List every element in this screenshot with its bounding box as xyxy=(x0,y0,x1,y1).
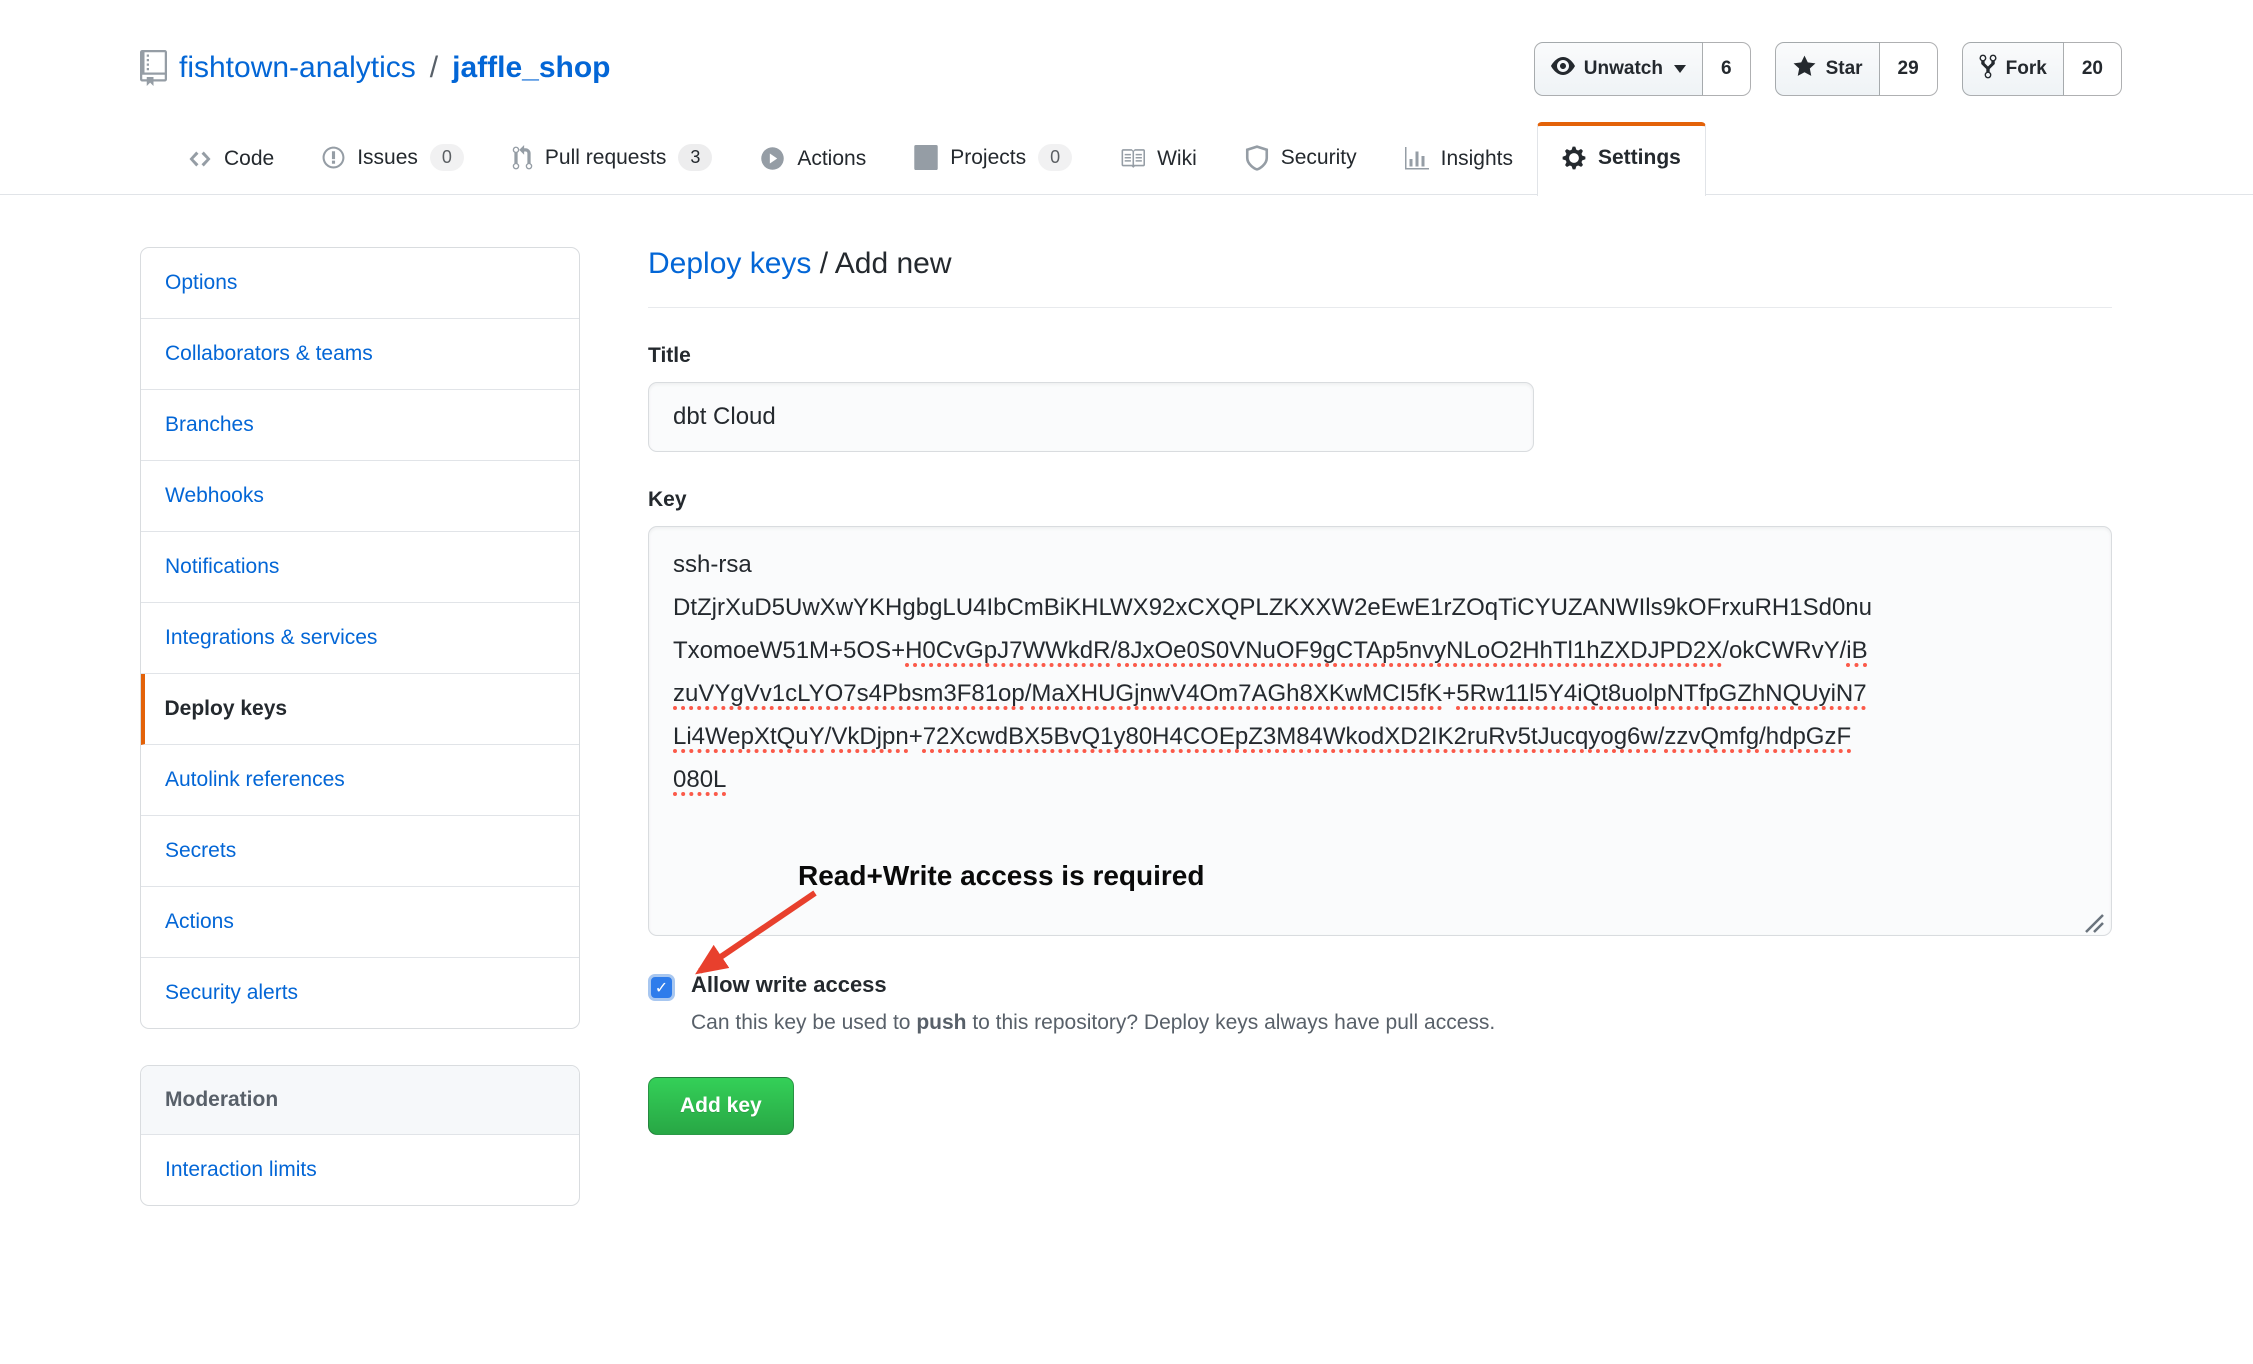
gear-icon xyxy=(1562,145,1586,171)
fork-button-group: Fork 20 xyxy=(1962,42,2122,96)
key-section: ssh-rsaDtZjrXuD5UwXwYKHgbgLU4IbCmBiKHLWX… xyxy=(648,526,2112,1135)
key-text-line: zuVYgVv1cLYO7s4Pbsm3F81op/MaXHUGjnwV4Om7… xyxy=(673,672,2087,715)
key-text-line: 080L xyxy=(673,758,2087,801)
sidebar-item-integrations-services[interactable]: Integrations & services xyxy=(141,603,579,674)
sidebar-item-security-alerts[interactable]: Security alerts xyxy=(141,958,579,1028)
key-text-line: ssh-rsa xyxy=(673,543,2087,586)
repo-separator: / xyxy=(428,51,440,85)
settings-menu: Options Collaborators & teams Branches W… xyxy=(140,247,580,1029)
tab-pull-requests[interactable]: Pull requests 3 xyxy=(488,122,736,194)
sidebar-item-interaction-limits[interactable]: Interaction limits xyxy=(141,1135,579,1205)
key-text-line: TxomoeW51M+5OS+H0CvGpJ7WWkdR/8JxOe0S0VNu… xyxy=(673,629,2087,672)
key-field-label: Key xyxy=(648,488,2112,512)
repo-owner-link[interactable]: fishtown-analytics xyxy=(179,51,416,85)
tab-label: Projects xyxy=(950,146,1026,170)
tab-actions[interactable]: Actions xyxy=(736,124,890,194)
sidebar-item-deploy-keys[interactable]: Deploy keys xyxy=(141,674,579,745)
push-bold: push xyxy=(916,1011,966,1034)
breadcrumb-current: Add new xyxy=(835,247,952,280)
fork-label: Fork xyxy=(2006,58,2047,80)
play-icon xyxy=(760,146,785,171)
tab-label: Pull requests xyxy=(545,146,666,170)
pull-requests-counter: 3 xyxy=(678,144,712,171)
fork-button[interactable]: Fork xyxy=(1962,42,2064,96)
tab-wiki[interactable]: Wiki xyxy=(1096,124,1221,194)
key-text-line: Li4WepXtQuY/VkDjpn+72XcwdBX5BvQ1y80H4COE… xyxy=(673,715,2087,758)
key-text-line: DtZjrXuD5UwXwYKHgbgLU4IbCmBiKHLWX92xCXQP… xyxy=(673,586,2087,629)
tab-label: Settings xyxy=(1598,146,1681,170)
sidebar-item-notifications[interactable]: Notifications xyxy=(141,532,579,603)
check-icon: ✓ xyxy=(655,978,668,998)
star-count[interactable]: 29 xyxy=(1880,42,1938,96)
tab-label: Security xyxy=(1281,146,1357,170)
eye-icon xyxy=(1551,54,1575,84)
shield-icon xyxy=(1245,145,1269,171)
sidebar-item-options[interactable]: Options xyxy=(141,248,579,319)
project-icon xyxy=(914,145,938,170)
tab-code[interactable]: Code xyxy=(164,125,298,194)
code-icon xyxy=(188,147,212,171)
fork-icon xyxy=(1979,53,1997,86)
tab-projects[interactable]: Projects 0 xyxy=(890,122,1096,194)
moderation-header: Moderation xyxy=(141,1066,579,1135)
fork-count[interactable]: 20 xyxy=(2064,42,2122,96)
repo-breadcrumb: fishtown-analytics / jaffle_shop xyxy=(140,50,610,86)
tab-label: Insights xyxy=(1441,147,1513,171)
title-field-label: Title xyxy=(648,344,2112,368)
body: Options Collaborators & teams Branches W… xyxy=(0,195,2253,1206)
sidebar-item-branches[interactable]: Branches xyxy=(141,390,579,461)
star-button[interactable]: Star xyxy=(1775,42,1880,96)
social-buttons: Unwatch 6 Star 29 Fork 20 xyxy=(1534,42,2122,96)
star-button-group: Star 29 xyxy=(1775,42,1938,96)
star-icon xyxy=(1792,54,1817,85)
github-settings-page: fishtown-analytics / jaffle_shop Unwatch… xyxy=(0,0,2253,1364)
sidebar-item-secrets[interactable]: Secrets xyxy=(141,816,579,887)
tab-label: Actions xyxy=(797,147,866,171)
repo-name-link[interactable]: jaffle_shop xyxy=(452,51,610,85)
allow-write-access-label[interactable]: Allow write access xyxy=(691,972,887,998)
star-label: Star xyxy=(1826,58,1863,80)
settings-sidebar: Options Collaborators & teams Branches W… xyxy=(140,247,580,1206)
sidebar-item-actions[interactable]: Actions xyxy=(141,887,579,958)
repo-header: fishtown-analytics / jaffle_shop Unwatch… xyxy=(0,0,2253,96)
key-textarea[interactable]: ssh-rsaDtZjrXuD5UwXwYKHgbgLU4IbCmBiKHLWX… xyxy=(648,526,2112,936)
tab-security[interactable]: Security xyxy=(1221,123,1381,194)
textarea-resize-handle[interactable] xyxy=(2082,906,2106,930)
repo-nav-tabs: Code Issues 0 Pull requests 3 Actions Pr… xyxy=(0,122,2253,195)
sidebar-item-autolink-references[interactable]: Autolink references xyxy=(141,745,579,816)
watch-count[interactable]: 6 xyxy=(1703,42,1751,96)
tab-label: Issues xyxy=(357,146,418,170)
moderation-menu: Moderation Interaction limits xyxy=(140,1065,580,1206)
caret-down-icon xyxy=(1674,65,1686,73)
allow-write-access-description: Can this key be used to push to this rep… xyxy=(691,1011,2112,1035)
main-content: Deploy keys / Add new Title Key ssh-rsaD… xyxy=(648,247,2112,1135)
tab-settings[interactable]: Settings xyxy=(1537,122,1706,196)
add-key-button[interactable]: Add key xyxy=(648,1077,794,1135)
projects-counter: 0 xyxy=(1038,144,1072,171)
heading-divider xyxy=(648,307,2112,308)
allow-write-access-checkbox[interactable]: ✓ xyxy=(648,974,675,1001)
allow-write-access-row: ✓ Allow write access xyxy=(648,972,2112,1001)
tab-label: Code xyxy=(224,147,274,171)
watch-button-group: Unwatch 6 xyxy=(1534,42,1751,96)
issues-counter: 0 xyxy=(430,144,464,171)
tab-label: Wiki xyxy=(1157,147,1197,171)
page-title: Deploy keys / Add new xyxy=(648,247,2112,281)
issue-opened-icon xyxy=(322,145,345,170)
book-icon xyxy=(1120,146,1145,171)
tab-issues[interactable]: Issues 0 xyxy=(298,122,488,194)
tab-insights[interactable]: Insights xyxy=(1381,125,1537,194)
repo-book-icon xyxy=(140,50,167,86)
deploy-keys-link[interactable]: Deploy keys xyxy=(648,247,811,280)
breadcrumb-separator: / xyxy=(811,247,834,280)
sidebar-item-collaborators-teams[interactable]: Collaborators & teams xyxy=(141,319,579,390)
unwatch-label: Unwatch xyxy=(1584,58,1663,80)
git-pull-request-icon xyxy=(512,145,533,171)
unwatch-button[interactable]: Unwatch xyxy=(1534,42,1703,96)
title-input[interactable] xyxy=(648,382,1534,452)
sidebar-item-webhooks[interactable]: Webhooks xyxy=(141,461,579,532)
graph-icon xyxy=(1405,147,1429,171)
